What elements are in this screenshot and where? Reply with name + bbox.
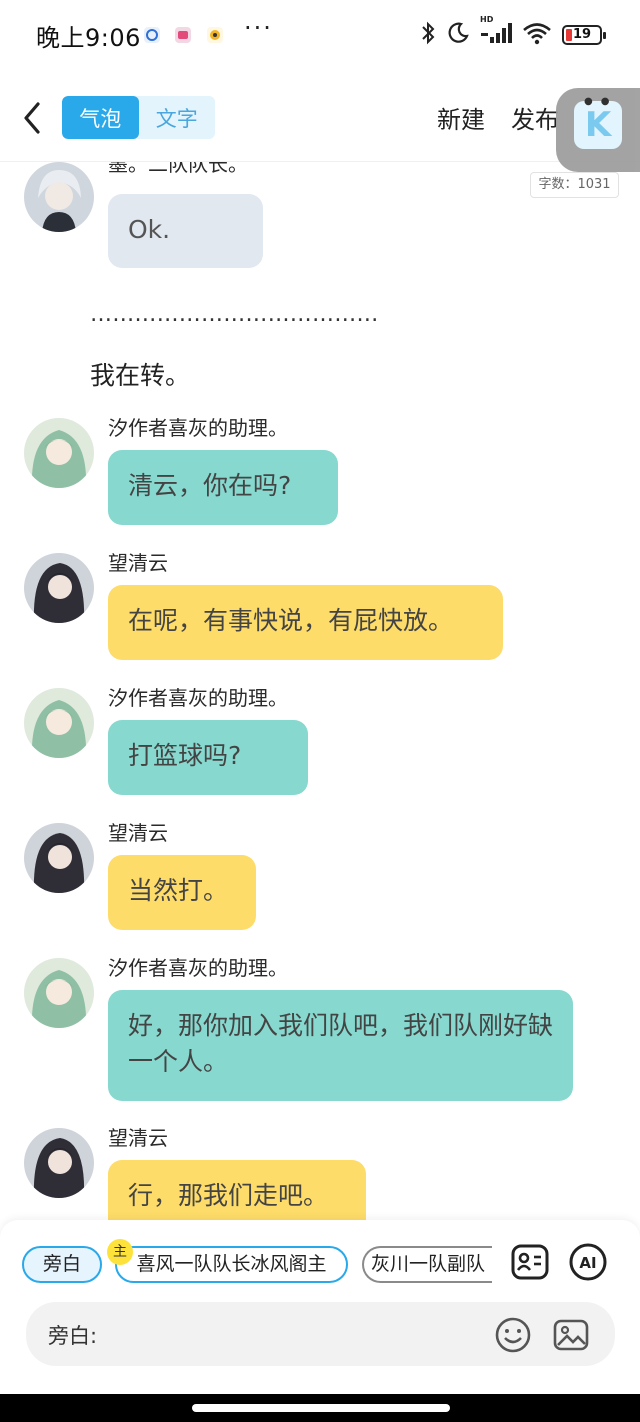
k-logo-icon: K <box>574 101 622 149</box>
signal-icon: HD <box>480 15 512 49</box>
battery-level: 19 <box>572 27 592 42</box>
message-bubble[interactable]: 好，那你加入我们队吧，我们队刚好缺一个人。 <box>108 990 573 1101</box>
floating-assistant-button[interactable]: K ●● <box>556 88 640 172</box>
white-hair-avatar[interactable] <box>24 162 94 232</box>
status-indicators: HD 19 <box>420 15 606 50</box>
image-button[interactable] <box>552 1316 590 1354</box>
message-bubble[interactable]: 在呢，有事快说，有屁快放。 <box>108 585 503 660</box>
ai-icon: AI <box>569 1243 607 1281</box>
app-notification-icon <box>174 26 192 44</box>
status-bar: 晚上9:06 ··· HD 19 <box>0 0 640 70</box>
sender-name: 望清云 <box>108 551 168 575</box>
bluetooth-icon <box>420 20 436 50</box>
contact-card-icon <box>511 1244 549 1280</box>
composer-panel: 旁白 喜风一队队长冰风阁主 主 灰川一队副队 AI 旁白: <box>0 1220 640 1422</box>
tab-text[interactable]: 文字 <box>139 96 216 139</box>
dark-hair-avatar[interactable] <box>24 823 94 893</box>
new-button[interactable]: 新建 <box>437 100 485 135</box>
emoji-button[interactable] <box>494 1316 532 1354</box>
system-nav-bar <box>0 1394 640 1422</box>
green-hair-avatar[interactable] <box>24 688 94 758</box>
view-mode-toggle: 气泡 文字 <box>62 96 215 139</box>
home-indicator[interactable] <box>192 1404 450 1412</box>
wifi-icon <box>522 21 552 49</box>
dark-hair-avatar[interactable] <box>24 553 94 623</box>
sender-name: 汐作者喜灰的助理。 <box>108 686 288 710</box>
input-role-label: 旁白: <box>48 1324 98 1348</box>
message-input[interactable] <box>106 1314 476 1354</box>
main-role-badge: 主 <box>107 1239 133 1265</box>
ai-button[interactable]: AI <box>568 1242 608 1282</box>
message-bubble[interactable]: 行，那我们走吧。 <box>108 1160 366 1220</box>
sender-name: 墨。二队队长。 <box>108 162 248 176</box>
tab-bubble[interactable]: 气泡 <box>62 96 139 139</box>
more-notifications-icon: ··· <box>244 14 273 42</box>
sender-name: 汐作者喜灰的助理。 <box>108 956 288 980</box>
publish-button[interactable]: 发布 <box>511 100 559 135</box>
narration-text[interactable]: 我在转。 <box>90 356 190 392</box>
sender-name: 望清云 <box>108 821 168 845</box>
message-bubble[interactable]: 清云，你在吗? <box>108 450 338 525</box>
network-badge: HD <box>480 15 494 24</box>
green-hair-avatar[interactable] <box>24 418 94 488</box>
svg-text:AI: AI <box>579 1254 596 1272</box>
role-chip-character[interactable]: 灰川一队副队 <box>362 1246 492 1283</box>
chat-area[interactable]: 墨。二队队长。 Ok. ………………………………… 我在转。 汐作者喜灰的助理。… <box>0 162 640 1220</box>
status-time: 晚上9:06 <box>36 24 141 52</box>
message-bubble[interactable]: 打篮球吗? <box>108 720 308 795</box>
message-bubble[interactable]: 当然打。 <box>108 855 256 930</box>
moon-icon <box>446 21 470 49</box>
role-chip-character[interactable]: 喜风一队队长冰风阁主 <box>115 1246 348 1283</box>
smiley-icon <box>495 1317 531 1353</box>
back-button[interactable] <box>18 98 48 138</box>
k-eyes-icon: ●● <box>584 96 618 107</box>
dark-hair-avatar[interactable] <box>24 1128 94 1198</box>
back-arrow-icon <box>24 102 40 134</box>
editor-header: 气泡 文字 新建 发布 <box>0 70 640 162</box>
sender-name: 望清云 <box>108 1126 168 1150</box>
app-notification-icon <box>206 26 224 44</box>
message-bubble[interactable]: Ok. <box>108 194 263 268</box>
role-chip-narration[interactable]: 旁白 <box>22 1246 102 1283</box>
word-count-badge: 字数：1031 <box>530 172 619 198</box>
narration-dots: ………………………………… <box>90 302 379 327</box>
battery-icon: 19 <box>562 25 606 45</box>
sender-name: 汐作者喜灰的助理。 <box>108 416 288 440</box>
image-icon <box>553 1319 589 1351</box>
message-input-row: 旁白: <box>26 1302 615 1366</box>
character-card-button[interactable] <box>510 1242 550 1282</box>
green-hair-avatar[interactable] <box>24 958 94 1028</box>
app-notification-icon <box>143 26 161 44</box>
